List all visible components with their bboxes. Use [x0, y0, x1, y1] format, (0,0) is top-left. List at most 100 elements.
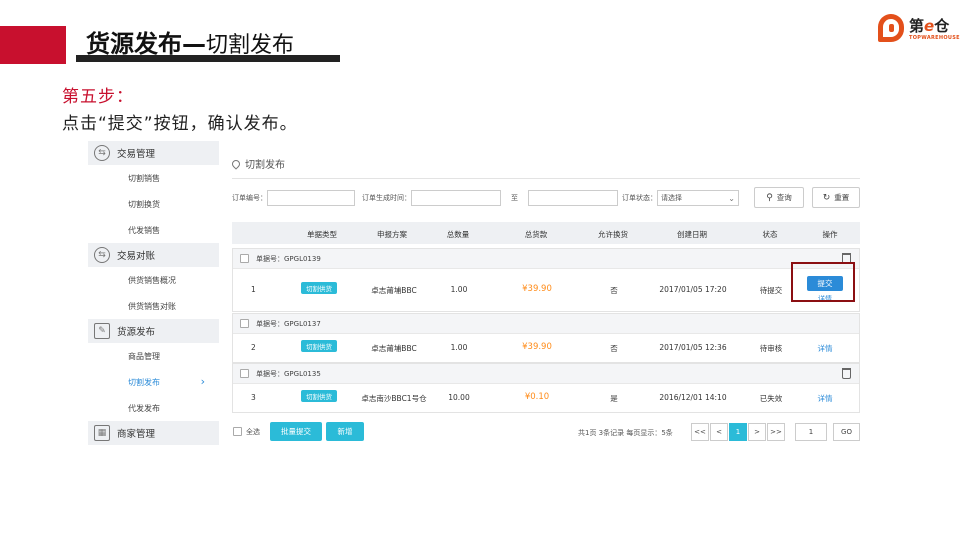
go-button[interactable]: GO [833, 423, 860, 441]
select-all-label: 全选 [246, 428, 260, 436]
logo-text: 第e仓 [909, 15, 949, 36]
sidebar-item-supply-overview[interactable]: 供货销售概况 [88, 267, 219, 293]
select-all-checkbox[interactable] [233, 427, 242, 436]
row-plan: 卓志莆埔BBC [371, 344, 417, 353]
logo-mark-icon [878, 14, 904, 42]
current-page-button[interactable]: 1 [729, 423, 747, 441]
search-button[interactable]: ⚲ 查询 [754, 187, 804, 208]
order-no-filter: 订单编号： [232, 190, 355, 206]
detail-link[interactable]: 详情 [807, 393, 843, 404]
order-no-label: 订单编号： [232, 194, 267, 202]
sidebar-group-trade[interactable]: ⇆ 交易管理 [88, 141, 219, 165]
reset-button-label: 重置 [834, 193, 850, 202]
row-qty: 1.00 [450, 343, 468, 352]
order-header: 单据号：GPGL0139 [233, 249, 859, 269]
exchange-icon: ⇆ [94, 145, 110, 161]
row-exchange: 是 [610, 394, 618, 403]
sidebar-item-cut-publish[interactable]: 切割发布 › [88, 369, 219, 395]
order-checkbox[interactable] [240, 369, 249, 378]
highlight-box [791, 262, 855, 302]
order-row-group: 单据号：GPGL0135 3 切割供货 卓志南沙BBC1号仓 10.00 ¥0.… [232, 363, 860, 413]
exchange-icon: ⇆ [94, 247, 110, 263]
created-start-input[interactable] [411, 190, 501, 206]
table-row: 3 切割供货 卓志南沙BBC1号仓 10.00 ¥0.10 是 2016/12/… [233, 384, 859, 412]
order-no-input[interactable] [267, 190, 355, 206]
sidebar-item-product-manage[interactable]: 商品管理 [88, 343, 219, 369]
step-description: 点击“提交”按钮，确认发布。 [62, 114, 298, 134]
pagination-summary: 共1页 3条记录 每页显示：5条 [578, 429, 673, 437]
order-checkbox[interactable] [240, 254, 249, 263]
sidebar-item-dropship-sales[interactable]: 代发销售 [88, 217, 219, 243]
col-amount: 总货款 [524, 230, 548, 239]
accent-red-bar [0, 26, 66, 64]
logo-text-post: 仓 [934, 17, 950, 35]
sidebar-group-reconcile[interactable]: ⇆ 交易对账 [88, 243, 219, 267]
row-qty: 10.00 [448, 393, 470, 402]
table-row: 1 切割供货 卓志莆埔BBC 1.00 ¥39.90 否 2017/01/05 … [233, 262, 859, 311]
row-qty: 1.00 [450, 285, 468, 294]
sidebar-item-label: 切割发布 [128, 377, 160, 387]
sidebar: ⇆ 交易管理 切割销售 切割换货 代发销售 ⇆ 交易对账 供货销售概况 供货销售… [88, 141, 219, 449]
order-row-group: 单据号：GPGL0139 1 切割供货 卓志莆埔BBC 1.00 ¥39.90 … [232, 248, 860, 312]
search-icon: ⚲ [766, 192, 773, 203]
add-button[interactable]: 新增 [326, 422, 364, 441]
reset-button[interactable]: ↻ 重置 [812, 187, 860, 208]
last-page-button[interactable]: >> [767, 423, 785, 441]
sidebar-group-label: 货源发布 [117, 327, 156, 338]
created-label: 订单生成时间： [362, 194, 411, 202]
logo-text-pre: 第 [909, 17, 925, 35]
col-plan: 申报方案 [377, 230, 407, 239]
chevron-down-icon: ⌄ [728, 193, 735, 203]
order-checkbox[interactable] [240, 319, 249, 328]
row-status: 待审核 [759, 344, 783, 353]
row-exchange: 否 [610, 344, 618, 353]
status-select-value: 请选择 [661, 194, 682, 202]
order-header: 单据号：GPGL0137 [233, 314, 859, 334]
first-page-button[interactable]: << [691, 423, 709, 441]
prev-page-button[interactable]: < [710, 423, 728, 441]
sidebar-item-cut-sales[interactable]: 切割销售 [88, 165, 219, 191]
detail-link[interactable]: 详情 [807, 343, 843, 354]
col-exchange: 允许换货 [598, 230, 628, 239]
row-date: 2016/12/01 14:10 [659, 393, 727, 402]
row-exchange: 否 [610, 286, 618, 295]
sidebar-group-merchant[interactable]: ▦ 商家管理 [88, 421, 219, 445]
created-end-input[interactable] [528, 190, 618, 206]
refresh-icon: ↻ [822, 192, 831, 203]
col-date: 创建日期 [677, 230, 707, 239]
next-page-button[interactable]: > [748, 423, 766, 441]
page-title: 货源发布—切割发布 [86, 24, 294, 59]
row-amount: ¥39.90 [522, 284, 552, 294]
sidebar-item-cut-exchange[interactable]: 切割换货 [88, 191, 219, 217]
location-pin-icon [230, 157, 242, 170]
title-main: 货源发布 [86, 30, 182, 58]
row-index: 2 [251, 343, 256, 352]
goto-page-input[interactable]: 1 [795, 423, 827, 441]
sidebar-item-dropship-publish[interactable]: 代发发布 [88, 395, 219, 421]
panel-title: 切割发布 [230, 156, 285, 171]
edit-icon: ✎ [94, 323, 110, 339]
trash-icon[interactable] [842, 368, 851, 379]
order-number: 单据号：GPGL0139 [256, 255, 321, 263]
main-panel: 切割发布 订单编号： 订单生成时间： 至 订单状态： 请选择 ⌄ ⚲ 查询 ↻ [226, 150, 866, 450]
status-filter: 订单状态： 请选择 ⌄ [622, 190, 739, 206]
sidebar-group-publish[interactable]: ✎ 货源发布 [88, 319, 219, 343]
search-button-label: 查询 [776, 193, 792, 202]
sidebar-group-label: 交易对账 [117, 251, 156, 262]
title-sub: 切割发布 [206, 33, 295, 58]
batch-submit-button[interactable]: 批量提交 [270, 422, 322, 441]
type-tag: 切割供货 [301, 340, 337, 352]
col-action: 操作 [822, 230, 838, 239]
type-tag: 切割供货 [301, 282, 337, 294]
col-type: 单据类型 [307, 230, 337, 239]
sidebar-item-supply-reconcile[interactable]: 供货销售对账 [88, 293, 219, 319]
logo-text-e: e [924, 17, 935, 35]
row-date: 2017/01/05 12:36 [659, 343, 727, 352]
status-select[interactable]: 请选择 ⌄ [657, 190, 739, 206]
slide: 货源发布—切割发布 第e仓 TOPWAREHOUSE 第五步： 点击“提交”按钮… [0, 0, 960, 540]
col-status: 状态 [762, 230, 778, 239]
row-amount: ¥39.90 [522, 342, 552, 352]
step-title: 第五步： [62, 87, 134, 107]
type-tag-cell: 切割供货 [291, 282, 347, 294]
type-tag-cell: 切割供货 [291, 390, 347, 402]
